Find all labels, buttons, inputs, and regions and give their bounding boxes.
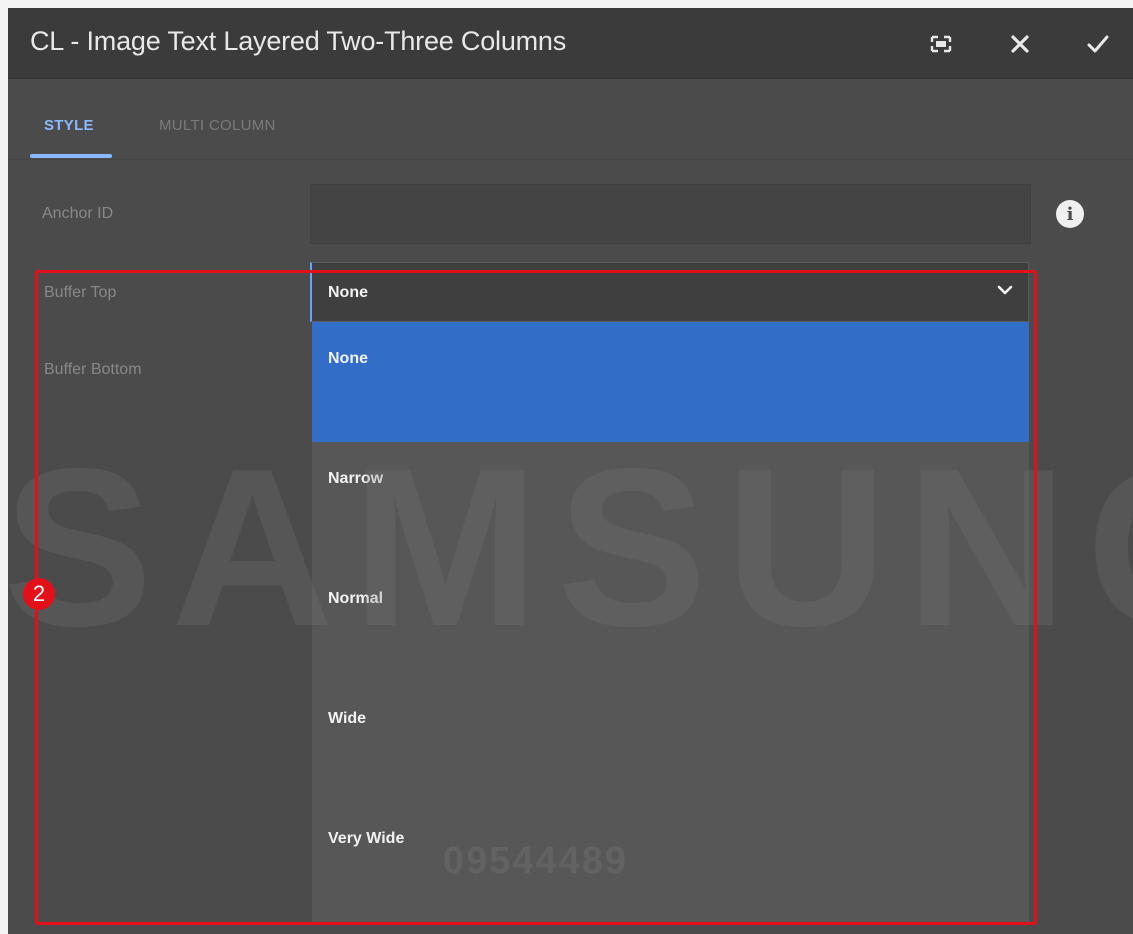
buffer-top-value: None bbox=[328, 284, 368, 301]
dialog-title: CL - Image Text Layered Two-Three Column… bbox=[30, 26, 567, 56]
tab-style[interactable]: STYLE bbox=[44, 117, 94, 134]
buffer-top-label: Buffer Top bbox=[44, 284, 117, 301]
anchor-id-input[interactable] bbox=[310, 184, 1031, 244]
dialog-header: CL - Image Text Layered Two-Three Column… bbox=[8, 8, 1133, 79]
close-button[interactable] bbox=[1002, 26, 1038, 62]
option-narrow[interactable]: Narrow bbox=[312, 442, 1029, 562]
option-wide[interactable]: Wide bbox=[312, 682, 1029, 802]
check-icon bbox=[1087, 35, 1109, 53]
anchor-id-label: Anchor ID bbox=[42, 205, 114, 222]
option-normal[interactable]: Normal bbox=[312, 562, 1029, 682]
close-icon bbox=[1011, 35, 1029, 53]
chevron-down-icon bbox=[997, 285, 1013, 295]
option-very-wide[interactable]: Very Wide bbox=[312, 802, 1029, 922]
buffer-bottom-label: Buffer Bottom bbox=[44, 361, 142, 378]
buffer-top-select[interactable]: None bbox=[310, 262, 1029, 322]
tab-bar: STYLE MULTI COLUMN bbox=[8, 79, 1133, 160]
dialog: CL - Image Text Layered Two-Three Column… bbox=[8, 8, 1133, 934]
info-icon[interactable]: i bbox=[1056, 200, 1084, 228]
buffer-top-options: None Narrow Normal Wide Very Wide bbox=[312, 322, 1029, 922]
fullscreen-button[interactable] bbox=[923, 26, 959, 62]
option-none[interactable]: None bbox=[312, 322, 1029, 442]
confirm-button[interactable] bbox=[1080, 26, 1116, 62]
active-tab-indicator bbox=[30, 154, 112, 158]
annotation-badge: 2 bbox=[23, 578, 55, 610]
tab-multi-column[interactable]: MULTI COLUMN bbox=[159, 117, 276, 134]
fullscreen-icon bbox=[930, 35, 952, 53]
